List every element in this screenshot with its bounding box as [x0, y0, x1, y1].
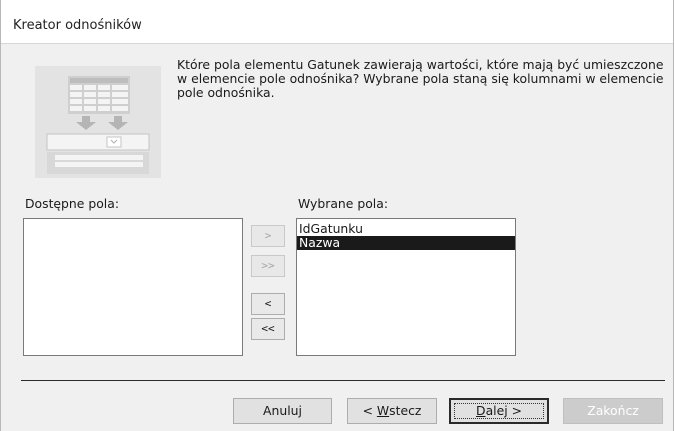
selected-fields-label: Wybrane pola: — [298, 196, 388, 211]
back-button[interactable]: < Wstecz — [347, 398, 437, 424]
wizard-instructions: Które pola elementu Gatunek zawierają wa… — [177, 57, 664, 100]
selected-fields-list[interactable]: IdGatunku Nazwa — [296, 218, 516, 356]
wizard-illustration — [35, 66, 161, 178]
available-fields-label: Dostępne pola: — [25, 196, 119, 211]
cancel-button-label: Anuluj — [263, 403, 302, 418]
list-item[interactable]: Nazwa — [297, 236, 515, 250]
dialog-header: Kreator odnośników — [1, 0, 673, 44]
lookup-wizard-dialog: Kreator odnośników Które pola elementu G… — [0, 0, 674, 431]
remove-field-button[interactable]: < — [251, 293, 285, 315]
next-button-label: Dalej > — [476, 403, 522, 418]
remove-all-fields-button[interactable]: << — [251, 318, 285, 340]
footer-divider — [21, 380, 665, 381]
available-fields-list[interactable] — [23, 218, 243, 356]
next-button[interactable]: Dalej > — [449, 398, 549, 424]
finish-button-label: Zakończ — [587, 403, 639, 418]
table-to-lookup-illustration-icon — [35, 66, 161, 178]
finish-button[interactable]: Zakończ — [563, 398, 663, 424]
back-button-label: < Wstecz — [362, 403, 422, 418]
add-field-button[interactable]: > — [251, 225, 285, 247]
cancel-button[interactable]: Anuluj — [233, 398, 332, 424]
dialog-title: Kreator odnośników — [13, 18, 142, 33]
add-all-fields-button[interactable]: >> — [251, 255, 285, 277]
list-item[interactable]: IdGatunku — [297, 222, 515, 236]
